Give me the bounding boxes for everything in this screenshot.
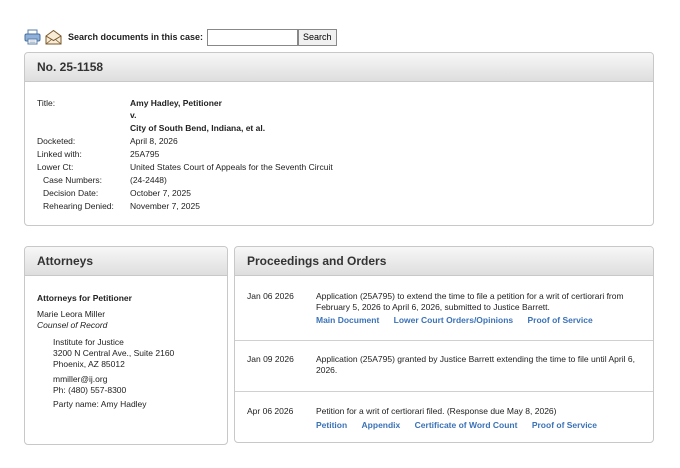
title-respondent: City of South Bend, Indiana, et al. bbox=[130, 123, 266, 133]
title-label: Title: bbox=[37, 98, 56, 108]
attorneys-header: Attorneys bbox=[25, 247, 227, 276]
attorneys-heading: Attorneys bbox=[37, 254, 94, 268]
attorney-role: Counsel of Record bbox=[37, 320, 108, 330]
decision-date-value: October 7, 2025 bbox=[130, 188, 191, 198]
attorney-party-name: Party name: Amy Hadley bbox=[53, 399, 147, 409]
proceeding-links: Main Document Lower Court Orders/Opinion… bbox=[316, 315, 605, 325]
attorneys-group-label: Attorneys for Petitioner bbox=[37, 293, 132, 303]
proceeding-entry: Jan 06 2026 Application (25A795) to exte… bbox=[235, 277, 653, 341]
appendix-link[interactable]: Appendix bbox=[362, 420, 401, 430]
proceeding-links: Petition Appendix Certificate of Word Co… bbox=[316, 420, 609, 430]
proceedings-panel: Proceedings and Orders Jan 06 2026 Appli… bbox=[234, 246, 654, 443]
decision-date-label: Decision Date: bbox=[43, 188, 99, 198]
proceeding-entry: Apr 06 2026 Petition for a writ of certi… bbox=[235, 392, 653, 442]
docketed-label: Docketed: bbox=[37, 136, 76, 146]
toolbar: Search documents in this case: Search bbox=[24, 28, 337, 46]
linked-value: 25A795 bbox=[130, 149, 160, 159]
attorney-name: Marie Leora Miller bbox=[37, 309, 106, 319]
linked-label: Linked with: bbox=[37, 149, 82, 159]
attorney-address-line1: 3200 N Central Ave., Suite 2160 bbox=[53, 348, 175, 358]
attorneys-panel: Attorneys Attorneys for Petitioner Marie… bbox=[24, 246, 228, 445]
case-info-panel: No. 25-1158 Title: Amy Hadley, Petitione… bbox=[24, 52, 654, 226]
case-number: No. 25-1158 bbox=[37, 60, 104, 74]
proceeding-date: Jan 06 2026 bbox=[247, 291, 294, 301]
proceeding-text: Petition for a writ of certiorari filed.… bbox=[316, 406, 557, 416]
case-numbers-value: (24-2448) bbox=[130, 175, 167, 185]
rehearing-value: November 7, 2025 bbox=[130, 201, 200, 211]
attorney-phone: Ph: (480) 557-8300 bbox=[53, 385, 127, 395]
search-label: Search documents in this case: bbox=[68, 32, 204, 42]
lower-court-orders-link[interactable]: Lower Court Orders/Opinions bbox=[394, 315, 513, 325]
envelope-icon[interactable] bbox=[45, 29, 62, 45]
search-button[interactable]: Search bbox=[298, 28, 337, 46]
petition-link[interactable]: Petition bbox=[316, 420, 347, 430]
docketed-value: April 8, 2026 bbox=[130, 136, 178, 146]
proceeding-text: Application (25A795) to extend the time … bbox=[316, 291, 624, 312]
proceeding-entry: Jan 09 2026 Application (25A795) granted… bbox=[235, 341, 653, 392]
certificate-word-count-link[interactable]: Certificate of Word Count bbox=[415, 420, 518, 430]
rehearing-label: Rehearing Denied: bbox=[43, 201, 114, 211]
proceeding-date: Jan 09 2026 bbox=[247, 354, 294, 364]
main-document-link[interactable]: Main Document bbox=[316, 315, 379, 325]
title-versus: v. bbox=[130, 110, 137, 120]
case-numbers-label: Case Numbers: bbox=[43, 175, 103, 185]
search-input[interactable] bbox=[207, 28, 299, 46]
proceeding-text: Application (25A795) granted by Justice … bbox=[316, 354, 635, 375]
proceeding-date: Apr 06 2026 bbox=[247, 406, 294, 416]
proof-of-service-link[interactable]: Proof of Service bbox=[532, 420, 597, 430]
printer-icon[interactable] bbox=[24, 29, 41, 45]
proof-of-service-link[interactable]: Proof of Service bbox=[528, 315, 593, 325]
case-header: No. 25-1158 bbox=[25, 53, 653, 82]
lower-court-value: United States Court of Appeals for the S… bbox=[130, 162, 333, 172]
title-petitioner: Amy Hadley, Petitioner bbox=[130, 98, 222, 108]
attorney-org: Institute for Justice bbox=[53, 337, 124, 347]
proceedings-heading: Proceedings and Orders bbox=[247, 254, 387, 268]
attorney-address-line2: Phoenix, AZ 85012 bbox=[53, 359, 125, 369]
lower-court-label: Lower Ct: bbox=[37, 162, 74, 172]
proceedings-header: Proceedings and Orders bbox=[235, 247, 653, 276]
attorney-email[interactable]: mmiller@ij.org bbox=[53, 374, 107, 385]
